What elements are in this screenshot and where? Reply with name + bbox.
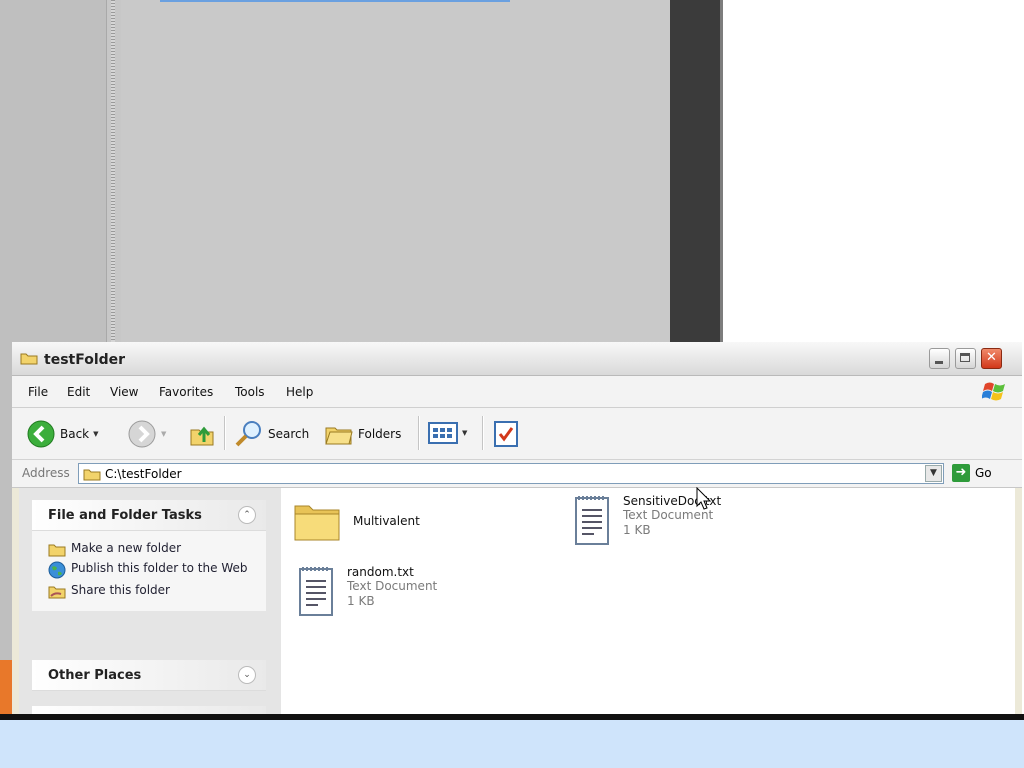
forward-arrow-icon	[128, 420, 156, 448]
task-label: Make a new folder	[71, 541, 182, 555]
menu-help[interactable]: Help	[286, 385, 313, 399]
expand-chevron-icon[interactable]: ⌄	[238, 666, 256, 684]
task-label: Publish this folder to the Web	[71, 561, 248, 575]
folders-button[interactable]: Folders	[324, 420, 401, 448]
minimize-button[interactable]	[929, 348, 950, 369]
checklist-icon	[494, 421, 518, 447]
go-button[interactable]: ➜ Go	[952, 464, 992, 482]
panel-title: Other Places	[48, 668, 142, 683]
folder-icon	[83, 469, 101, 481]
toolbar-separator	[482, 416, 484, 450]
menu-tools[interactable]: Tools	[235, 385, 265, 399]
dropdown-arrow-icon[interactable]: ▼	[161, 430, 166, 438]
menu-view[interactable]: View	[110, 385, 138, 399]
file-folder-tasks-header[interactable]: File and Folder Tasks ⌃	[32, 500, 266, 531]
close-button[interactable]	[981, 348, 1002, 369]
menu-favorites[interactable]: Favorites	[159, 385, 213, 399]
task-publish-web[interactable]: Publish this folder to the Web	[48, 561, 260, 579]
other-places-panel: Other Places ⌄	[32, 660, 266, 691]
collapse-chevron-icon[interactable]: ⌃	[238, 506, 256, 524]
file-item-random[interactable]: random.txt Text Document 1 KB	[297, 565, 437, 619]
back-arrow-icon	[27, 420, 55, 448]
folders-icon	[325, 427, 353, 445]
globe-icon	[48, 561, 66, 579]
dropdown-arrow-icon[interactable]: ▼	[93, 430, 98, 438]
address-label: Address	[22, 466, 70, 480]
views-button[interactable]: ▼	[428, 421, 467, 445]
text-document-icon	[575, 496, 609, 545]
properties-button[interactable]	[493, 420, 519, 448]
folder-icon	[20, 351, 38, 368]
taskbar-edge	[0, 714, 1024, 720]
other-places-header[interactable]: Other Places ⌄	[32, 660, 266, 691]
windows-logo-icon	[982, 382, 1005, 401]
folder-icon	[294, 505, 340, 541]
views-icon	[428, 422, 458, 444]
search-icon	[235, 421, 261, 447]
text-document-icon	[299, 567, 333, 616]
task-pane: File and Folder Tasks ⌃ Make a new folde…	[19, 488, 281, 718]
go-arrow-icon: ➜	[952, 464, 970, 482]
explorer-window: testFolder File Edit View Favorites Tool…	[12, 342, 1022, 718]
maximize-button[interactable]	[955, 348, 976, 369]
menu-edit[interactable]: Edit	[67, 385, 90, 399]
task-share-folder[interactable]: Share this folder	[48, 583, 260, 599]
file-type: Text Document	[347, 579, 438, 593]
menu-file[interactable]: File	[28, 385, 48, 399]
task-list: Make a new folder Publish this folder to…	[32, 531, 266, 611]
menu-bar: File Edit View Favorites Tools Help	[12, 376, 1022, 408]
file-item-multivalent[interactable]: Multivalent	[293, 498, 420, 544]
new-folder-icon	[48, 544, 66, 557]
back-button[interactable]: Back ▼	[26, 419, 99, 449]
up-folder-icon	[190, 426, 214, 446]
file-folder-tasks-panel: File and Folder Tasks ⌃ Make a new folde…	[32, 500, 266, 611]
dropdown-arrow-icon[interactable]: ▼	[462, 429, 467, 437]
file-size: 1 KB	[347, 594, 375, 608]
title-bar[interactable]: testFolder	[12, 342, 1022, 376]
address-value: C:\testFolder	[105, 467, 182, 481]
task-label: Share this folder	[71, 583, 170, 597]
forward-button[interactable]: ▼	[127, 419, 166, 449]
address-bar: Address C:\testFolder ▼ ➜ Go	[12, 460, 1022, 488]
file-name: random.txt	[347, 565, 414, 579]
task-make-new-folder[interactable]: Make a new folder	[48, 541, 260, 557]
back-label: Back	[60, 427, 90, 441]
search-button[interactable]: Search	[234, 419, 309, 449]
file-view: Multivalent SensitiveDoc.txt Text Docume…	[281, 488, 1015, 718]
toolbar: Back ▼ ▼ Search Folders ▼	[12, 408, 1022, 460]
background-edge	[0, 660, 12, 718]
file-name: Multivalent	[353, 514, 420, 528]
panel-title: File and Folder Tasks	[48, 508, 202, 523]
up-folder-button[interactable]	[188, 420, 216, 448]
address-dropdown-button[interactable]: ▼	[925, 465, 942, 482]
search-label: Search	[268, 427, 310, 441]
go-label: Go	[975, 466, 992, 480]
file-size: 1 KB	[623, 523, 651, 537]
toolbar-separator	[224, 416, 226, 450]
toolbar-separator	[418, 416, 420, 450]
address-input[interactable]: C:\testFolder ▼	[78, 463, 944, 484]
folders-label: Folders	[358, 427, 402, 441]
window-title: testFolder	[44, 352, 126, 368]
background-highlight	[160, 0, 510, 2]
mouse-cursor-icon	[696, 487, 712, 510]
share-folder-icon	[48, 586, 66, 599]
